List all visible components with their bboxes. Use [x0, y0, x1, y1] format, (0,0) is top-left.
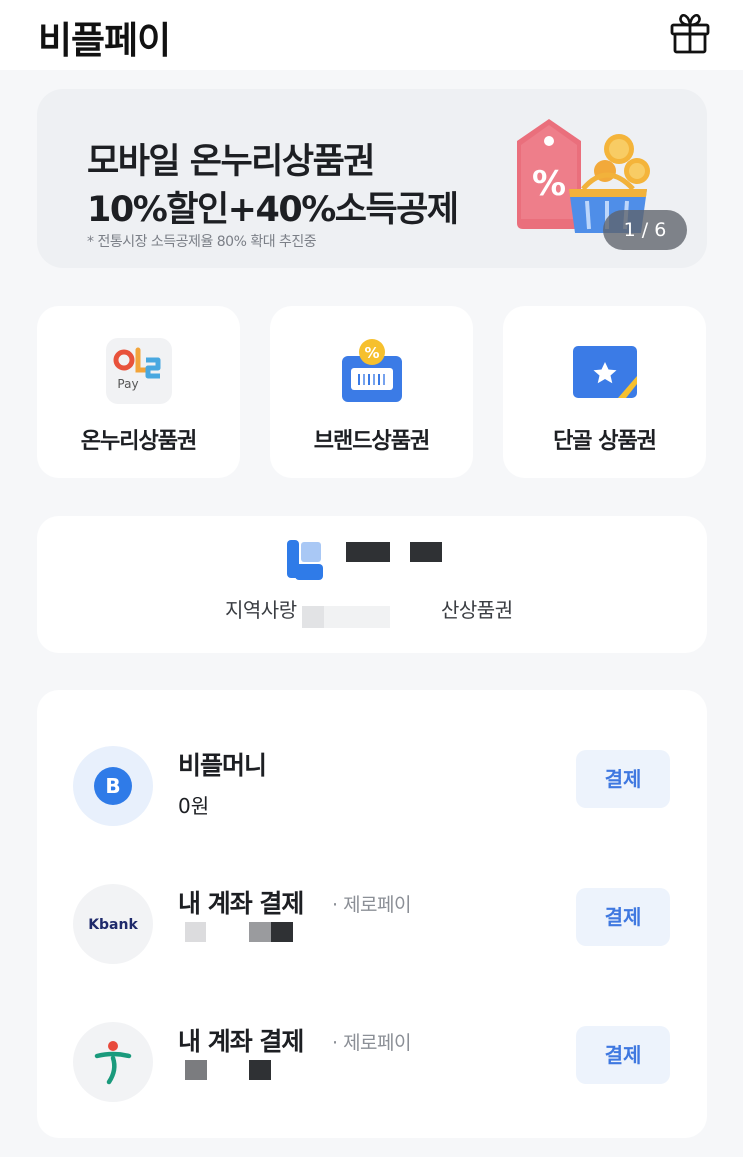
pay-button[interactable]: 결제 — [576, 888, 670, 946]
payment-name: 내 계좌 결제 — [178, 889, 304, 918]
redacted-block — [410, 542, 442, 562]
payment-balance: 0원 — [178, 794, 210, 818]
region-label-left: 지역사랑 — [225, 598, 297, 622]
kbank-logo-text: Kbank — [88, 917, 138, 933]
banner-title-line1: 모바일 온누리상품권 — [87, 142, 376, 182]
promo-banner[interactable]: 모바일 온누리상품권 10%할인+40%소득공제 * 전통시장 소득공제율 80… — [37, 89, 707, 268]
redacted-block — [185, 922, 206, 942]
payment-row-bplmoney[interactable]: B 비플머니 0원 결제 — [37, 738, 707, 838]
tile-brand-voucher[interactable]: % 브랜드상품권 — [270, 306, 473, 478]
b-logo-icon: B — [73, 746, 153, 826]
hana-logo-icon — [73, 1022, 153, 1102]
redacted-block — [271, 922, 293, 942]
payment-row-hana[interactable]: 내 계좌 결제 · 제로페이 결제 — [37, 1014, 707, 1114]
percent-icon-text: % — [364, 344, 379, 362]
redacted-block — [249, 922, 271, 942]
kbank-logo-icon: Kbank — [73, 884, 153, 964]
pay-button[interactable]: 결제 — [576, 750, 670, 808]
redacted-block — [249, 1060, 271, 1080]
payment-provider: · 제로페이 — [332, 894, 412, 916]
payment-row-kbank[interactable]: Kbank 내 계좌 결제 · 제로페이 결제 — [37, 876, 707, 976]
payment-methods-card: B 비플머니 0원 결제 Kbank 내 계좌 결제 · 제로페이 결제 내 계… — [37, 690, 707, 1138]
tile-favorite-voucher[interactable]: 단골 상품권 — [503, 306, 706, 478]
redacted-block — [185, 1060, 207, 1080]
redacted-block — [302, 606, 324, 628]
banner-page-indicator: 1 / 6 — [603, 210, 687, 250]
gift-icon[interactable] — [668, 12, 712, 54]
payment-name: 내 계좌 결제 — [178, 1027, 304, 1056]
svg-text:%: % — [532, 164, 566, 204]
app-title: 비플페이 — [38, 19, 171, 62]
banner-note: * 전통시장 소득공제율 80% 확대 추진중 — [87, 234, 317, 250]
region-label-right: 산상품권 — [441, 598, 513, 622]
redacted-block — [324, 606, 390, 628]
tile-label: 단골 상품권 — [553, 429, 657, 454]
payment-name: 비플머니 — [178, 751, 267, 780]
star-card-icon — [572, 338, 638, 404]
b-logo-text: B — [105, 774, 120, 798]
banner-title-line2: 10%할인+40%소득공제 — [87, 190, 459, 230]
payment-provider: · 제로페이 — [332, 1032, 412, 1054]
pay-button[interactable]: 결제 — [576, 1026, 670, 1084]
region-voucher-card[interactable]: 지역사랑 산상품권 — [37, 516, 707, 653]
brand-voucher-icon: % — [339, 338, 405, 404]
redacted-block — [346, 542, 390, 562]
tile-label: 브랜드상품권 — [313, 429, 430, 454]
tile-onnuri-voucher[interactable]: Pay 온누리상품권 — [37, 306, 240, 478]
tile-label: 온누리상품권 — [80, 429, 197, 454]
header: 비플페이 — [0, 0, 743, 70]
pay-icon-text: Pay — [117, 377, 138, 391]
onnuri-pay-icon: Pay — [106, 338, 172, 404]
region-voucher-icon — [287, 538, 325, 584]
